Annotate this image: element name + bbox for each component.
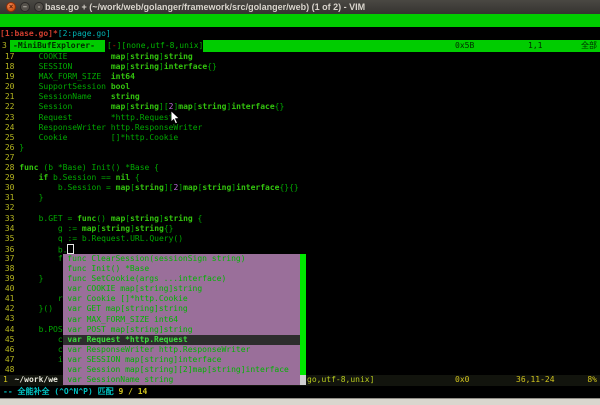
status-scroll-pos: 8% (587, 375, 597, 386)
code-line[interactable]: 22 Session map[string][2]map[string]inte… (0, 102, 600, 112)
status-cursor-pos: 36,11-24 (516, 375, 555, 386)
buffer-tab-page-go[interactable]: [2:page.go] (58, 29, 111, 38)
line-number: 21 (0, 92, 19, 102)
line-number: 46 (0, 345, 19, 355)
vim-command-line: -- 全能补全 (^O^N^P) 匹配 9 / 14 (0, 386, 600, 398)
line-number: 30 (0, 183, 19, 193)
minibufexplorer-list: [1:base.go]*[2:page.go] (0, 27, 600, 40)
completion-item[interactable]: var Request *http.Request (63, 335, 300, 345)
code-line[interactable]: 36 b. (0, 244, 600, 254)
completion-match-count: 9 / 14 (118, 387, 147, 396)
code-line[interactable]: 24 ResponseWriter http.ResponseWriter (0, 123, 600, 133)
code-line[interactable]: 23 Request *http.Request (0, 113, 600, 123)
code-line[interactable]: 31 } (0, 193, 600, 203)
completion-popup: func ClearSession(sessionSign string) fu… (63, 254, 306, 385)
code-line[interactable]: 20 SupportSession bool (0, 82, 600, 92)
line-number: 43 (0, 314, 19, 324)
status-char-hex: 0x0 (455, 375, 469, 386)
minibuf-title: -MiniBufExplorer- (10, 40, 105, 52)
close-icon[interactable]: × (6, 2, 16, 12)
window-bottom-border (0, 398, 600, 405)
minibuf-cursor-pos: 1,1 (528, 40, 542, 52)
completion-item[interactable]: func Init() *Base (63, 264, 300, 274)
completion-item[interactable]: var ResponseWriter http.ResponseWriter (63, 345, 300, 355)
vim-tabline[interactable]: 2+ base.go (0, 14, 600, 27)
line-number: 22 (0, 102, 19, 112)
completion-mode-message: -- 全能补全 (^O^N^P) 匹配 (0, 387, 118, 396)
status-file-info: go,utf-8,unix] (307, 375, 374, 386)
completion-item[interactable]: var Session map[string][2]map[string]int… (63, 365, 300, 375)
line-number: 37 (0, 254, 19, 264)
line-number: 24 (0, 123, 19, 133)
buffer-tab-base-go[interactable]: [1:base.go]* (0, 29, 58, 38)
line-number: 26 (0, 143, 19, 153)
minibuf-scroll-pos: 全部 (581, 40, 597, 52)
completion-item[interactable]: func SetCookie(args ...interface) (63, 274, 300, 284)
line-number: 28 (0, 163, 19, 173)
completion-item[interactable]: var Cookie []*http.Cookie (63, 294, 300, 304)
line-number: 45 (0, 335, 19, 345)
popup-scrollbar-track[interactable] (300, 375, 306, 385)
line-number: 47 (0, 355, 19, 365)
line-number: 33 (0, 214, 19, 224)
text-cursor (67, 244, 73, 254)
window-title: base.go + (~/work/web/golanger/framework… (45, 0, 365, 14)
line-number: 20 (0, 82, 19, 92)
minibuf-buffer-number: 3 (2, 40, 7, 52)
code-line[interactable]: 28func (b *Base) Init() *Base { (0, 163, 600, 173)
code-line[interactable]: 33 b.GET = func() map[string]string { (0, 214, 600, 224)
line-number: 40 (0, 284, 19, 294)
code-line[interactable]: 17 COOKIE map[string]string (0, 52, 600, 62)
line-number: 31 (0, 193, 19, 203)
completion-item[interactable]: func ClearSession(sessionSign string) (63, 254, 300, 264)
maximize-icon[interactable]: ▫ (34, 2, 44, 12)
minibuf-statusline: 3 -MiniBufExplorer- [-][none,utf-8,unix]… (0, 40, 600, 52)
completion-item[interactable]: var COOKIE map[string]string (63, 284, 300, 294)
line-number: 27 (0, 153, 19, 163)
minimize-icon[interactable]: – (20, 2, 30, 12)
code-line[interactable]: 19 MAX_FORM_SIZE int64 (0, 72, 600, 82)
completion-item[interactable]: var POST map[string]string (63, 325, 300, 335)
minibuf-file-flags: [-][none,utf-8,unix] (107, 40, 203, 52)
code-line[interactable]: 25 Cookie []*http.Cookie (0, 133, 600, 143)
line-number: 41 (0, 294, 19, 304)
line-number: 38 (0, 264, 19, 274)
status-file-path: ~/work/we (15, 375, 58, 386)
completion-item[interactable]: var SESSION map[string]interface (63, 355, 300, 365)
code-line[interactable]: 32 (0, 203, 600, 213)
line-number: 34 (0, 224, 19, 234)
minibuf-char-hex: 0x5B (455, 40, 474, 52)
line-number: 17 (0, 52, 19, 62)
line-number: 32 (0, 203, 19, 213)
line-number: 44 (0, 325, 19, 335)
line-number: 25 (0, 133, 19, 143)
vim-window: × – ▫ base.go + (~/work/web/golanger/fra… (0, 0, 600, 405)
completion-item[interactable]: var MAX_FORM_SIZE int64 (63, 315, 300, 325)
code-line[interactable]: 27 (0, 153, 600, 163)
code-line[interactable]: 26} (0, 143, 600, 153)
line-number: 42 (0, 304, 19, 314)
line-number: 18 (0, 62, 19, 72)
code-line[interactable]: 21 SessionName string (0, 92, 600, 102)
status-buffer-number: 1 (3, 375, 8, 386)
line-number: 39 (0, 274, 19, 284)
code-line[interactable]: 35 q := b.Request.URL.Query() (0, 234, 600, 244)
titlebar[interactable]: × – ▫ base.go + (~/work/web/golanger/fra… (0, 0, 600, 15)
minibuf-statusline-fill: 0x5B 1,1 全部 (203, 40, 600, 52)
code-line[interactable]: 34 g := map[string]string{} (0, 224, 600, 234)
code-line[interactable]: 18 SESSION map[string]interface{} (0, 62, 600, 72)
line-number: 19 (0, 72, 19, 82)
mouse-pointer-icon (170, 110, 181, 129)
code-line[interactable]: 29 if b.Session == nil { (0, 173, 600, 183)
line-number: 35 (0, 234, 19, 244)
line-number: 23 (0, 113, 19, 123)
popup-scrollbar-thumb[interactable] (300, 254, 306, 375)
completion-item[interactable]: var SessionName string (63, 375, 300, 385)
code-line[interactable]: 30 b.Session = map[string][2]map[string]… (0, 183, 600, 193)
line-number: 29 (0, 173, 19, 183)
line-number: 48 (0, 365, 19, 375)
completion-item[interactable]: var GET map[string]string (63, 304, 300, 314)
